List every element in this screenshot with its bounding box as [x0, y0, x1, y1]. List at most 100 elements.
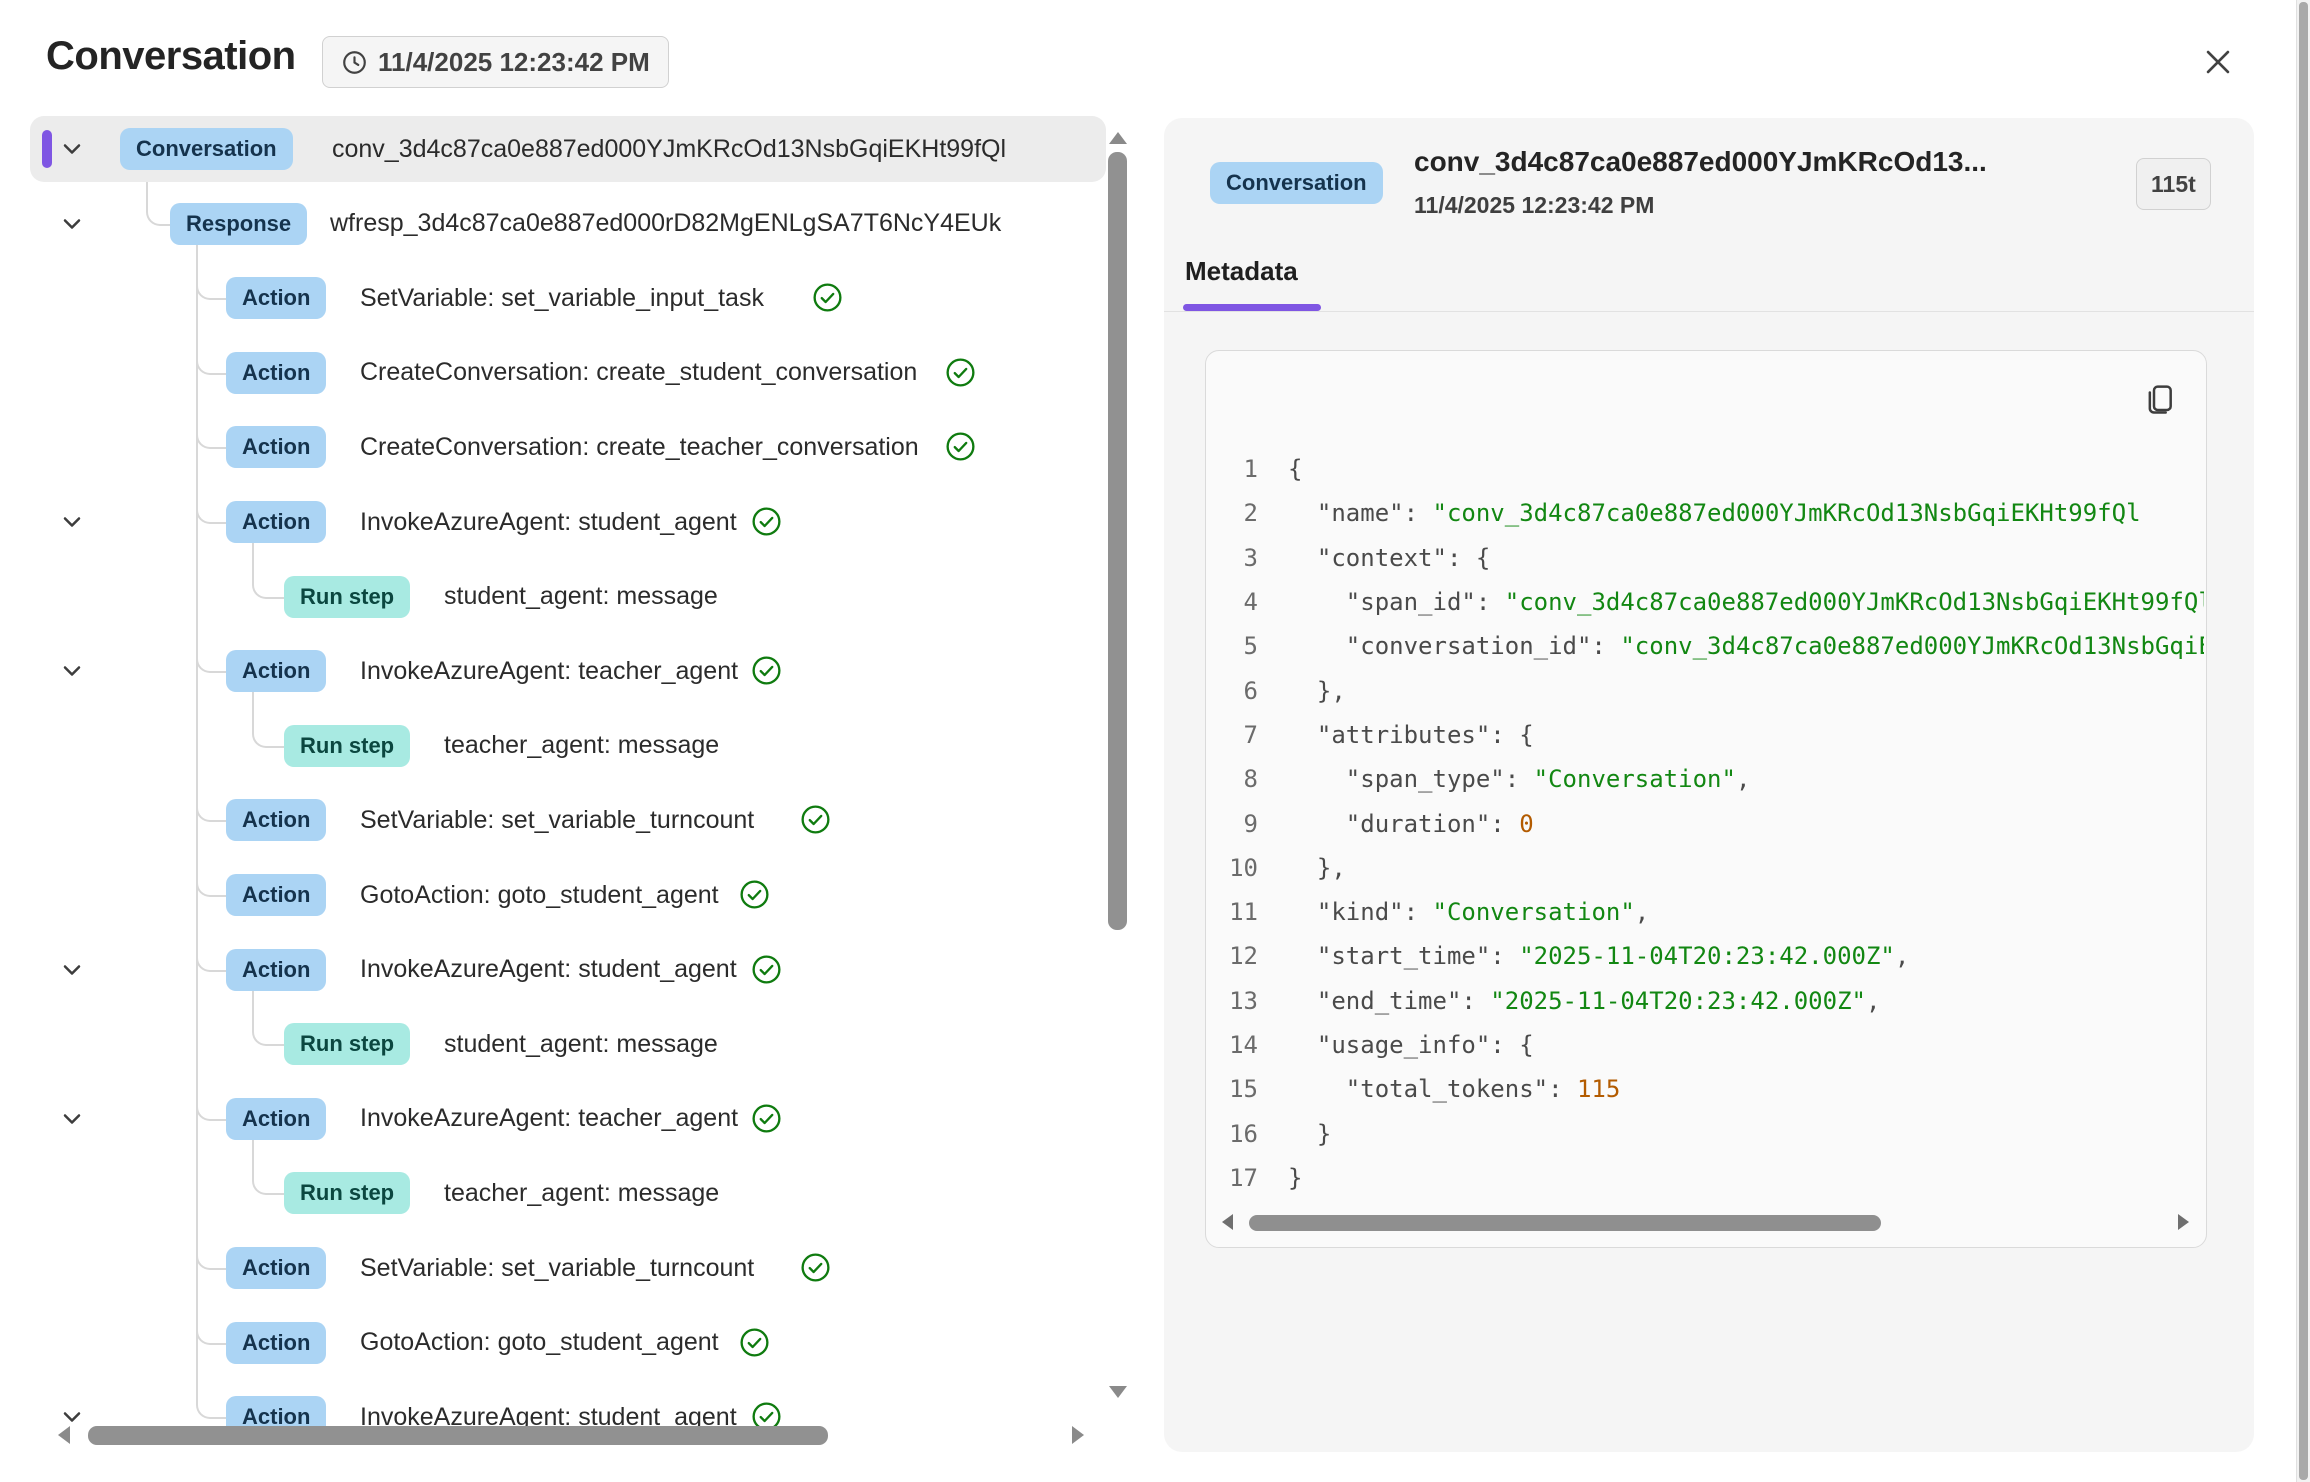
close-icon	[2200, 44, 2236, 80]
chevron-down-icon[interactable]	[58, 1105, 86, 1133]
span-kind-badge: Conversation	[120, 128, 293, 170]
json-plain-token: ,	[1635, 898, 1649, 926]
success-check-icon	[739, 1327, 770, 1358]
tree-row-action-createconversation-create-teacher-convers[interactable]: ActionCreateConversation: create_teacher…	[30, 414, 1106, 480]
json-plain-token: "total_tokens":	[1288, 1075, 1577, 1103]
success-check-icon	[751, 655, 782, 686]
token-count-badge: 115t	[2136, 158, 2211, 210]
tree-row-action-invokeazureagent-student-agent[interactable]: ActionInvokeAzureAgent: student_agent	[30, 489, 1106, 555]
code-line: 15 "total_tokens": 115	[1206, 1067, 2204, 1111]
code-horizontal-scrollbar-thumb[interactable]	[1249, 1215, 1881, 1231]
code-text: "span_type": "Conversation",	[1288, 765, 1750, 793]
detail-span-type-badge: Conversation	[1210, 162, 1383, 204]
line-number: 12	[1206, 942, 1258, 970]
tree-row-conversation-conv-3d4c87ca0e887ed000yjmkrcod13ns[interactable]: Conversation conv_3d4c87ca0e887ed000YJmKR…	[30, 116, 1106, 182]
tree-horizontal-scrollbar-thumb[interactable]	[88, 1426, 828, 1445]
tree-vertical-scrollbar-thumb[interactable]	[1108, 152, 1127, 930]
chevron-down-icon[interactable]	[58, 135, 86, 163]
code-text: "name": "conv_3d4c87ca0e887ed000YJmKRcOd…	[1288, 499, 2141, 527]
code-scroll-right-arrow[interactable]	[2178, 1214, 2189, 1230]
line-number: 5	[1206, 632, 1258, 660]
span-label: teacher_agent: message	[444, 1179, 719, 1208]
line-number: 17	[1206, 1164, 1258, 1192]
chevron-down-icon[interactable]	[58, 210, 86, 238]
json-plain-token: "start_time":	[1288, 942, 1519, 970]
span-label: CreateConversation: create_teacher_conve…	[360, 433, 919, 462]
copy-button[interactable]	[2138, 379, 2180, 421]
close-button[interactable]	[2196, 40, 2240, 84]
code-line: 9 "duration": 0	[1206, 801, 2204, 845]
page-scrollbar-thumb[interactable]	[2299, 2, 2308, 1480]
tree-row-action-invokeazureagent-teacher-agent[interactable]: ActionInvokeAzureAgent: teacher_agent	[30, 1086, 1106, 1152]
code-text: },	[1288, 854, 1346, 882]
chevron-down-icon[interactable]	[58, 657, 86, 685]
tree-scroll-right-arrow[interactable]	[1072, 1426, 1084, 1444]
tab-metadata[interactable]: Metadata	[1185, 256, 1298, 287]
detail-span-timestamp: 11/4/2025 12:23:42 PM	[1414, 192, 1654, 219]
tree-row-run-step-student-agent-message[interactable]: Run stepstudent_agent: message	[30, 1011, 1106, 1077]
tree-row-response-wfresp-3d4c87ca0e887ed000rd82mgenlgsa7t[interactable]: Responsewfresp_3d4c87ca0e887ed000rD82MgE…	[30, 191, 1106, 257]
tree-row-run-step-student-agent-message[interactable]: Run stepstudent_agent: message	[30, 564, 1106, 630]
tree-scroll-left-arrow[interactable]	[58, 1426, 70, 1444]
code-line: 2 "name": "conv_3d4c87ca0e887ed000YJmKRc…	[1206, 491, 2204, 535]
json-string-token: "Conversation"	[1433, 898, 1635, 926]
line-number: 10	[1206, 854, 1258, 882]
code-text: "end_time": "2025-11-04T20:23:42.000Z",	[1288, 987, 1880, 1015]
code-scroll-left-arrow[interactable]	[1222, 1214, 1233, 1230]
tree-scroll-up-arrow[interactable]	[1109, 132, 1127, 144]
tree-row-action-invokeazureagent-student-agent[interactable]: ActionInvokeAzureAgent: student_agent	[30, 937, 1106, 1003]
trace-tree: Conversation conv_3d4c87ca0e887ed000YJmKR…	[30, 110, 1106, 1450]
json-plain-token: ,	[1895, 942, 1909, 970]
tree-row-action-gotoaction-goto-student-agent[interactable]: Action GotoAction: goto_student_agent	[30, 1310, 1106, 1376]
span-label: InvokeAzureAgent: student_agent	[360, 508, 737, 537]
span-label: wfresp_3d4c87ca0e887ed000rD82MgENLgSA7T6…	[330, 209, 1001, 238]
json-plain-token: }	[1288, 1120, 1331, 1148]
page-title: Conversation	[46, 34, 296, 79]
chevron-down-icon[interactable]	[58, 508, 86, 536]
span-label: GotoAction: goto_student_agent	[360, 1328, 719, 1357]
json-plain-token: "usage_info": {	[1288, 1031, 1534, 1059]
success-check-icon	[751, 506, 782, 537]
span-kind-badge: Run step	[284, 725, 410, 767]
line-number: 8	[1206, 765, 1258, 793]
tree-row-action-setvariable-set-variable-turncount[interactable]: ActionSetVariable: set_variable_turncoun…	[30, 787, 1106, 853]
tree-row-action-createconversation-create-student-convers[interactable]: ActionCreateConversation: create_student…	[30, 340, 1106, 406]
line-number: 16	[1206, 1120, 1258, 1148]
tree-row-action-invokeazureagent-teacher-agent[interactable]: ActionInvokeAzureAgent: teacher_agent	[30, 638, 1106, 704]
json-plain-token: "attributes": {	[1288, 721, 1534, 749]
tree-row-action-setvariable-set-variable-input-task[interactable]: ActionSetVariable: set_variable_input_ta…	[30, 265, 1106, 331]
code-line: 6 },	[1206, 668, 2204, 712]
tree-scroll-down-arrow[interactable]	[1109, 1386, 1127, 1398]
success-check-icon	[751, 954, 782, 985]
code-line: 17}	[1206, 1156, 2204, 1200]
json-plain-token: },	[1288, 677, 1346, 705]
code-text: }	[1288, 1164, 1302, 1192]
code-text: }	[1288, 1120, 1331, 1148]
success-check-icon	[751, 1103, 782, 1134]
tree-row-run-step-teacher-agent-message[interactable]: Run stepteacher_agent: message	[30, 1160, 1106, 1226]
code-text: "start_time": "2025-11-04T20:23:42.000Z"…	[1288, 942, 1909, 970]
json-plain-token: "end_time":	[1288, 987, 1490, 1015]
success-check-icon	[945, 357, 976, 388]
tree-row-action-gotoaction-goto-student-agent[interactable]: ActionGotoAction: goto_student_agent	[30, 862, 1106, 928]
chevron-down-icon[interactable]	[58, 956, 86, 984]
tree-row-run-step-teacher-agent-message[interactable]: Run stepteacher_agent: message	[30, 713, 1106, 779]
span-label: SetVariable: set_variable_turncount	[360, 1254, 754, 1283]
line-number: 13	[1206, 987, 1258, 1015]
code-line: 13 "end_time": "2025-11-04T20:23:42.000Z…	[1206, 979, 2204, 1023]
code-line: 8 "span_type": "Conversation",	[1206, 757, 2204, 801]
span-kind-badge: Action	[226, 650, 326, 692]
json-plain-token: "duration":	[1288, 810, 1519, 838]
tree-row-action-setvariable-set-variable-turncount[interactable]: ActionSetVariable: set_variable_turncoun…	[30, 1235, 1106, 1301]
line-number: 14	[1206, 1031, 1258, 1059]
code-text: {	[1288, 455, 1302, 483]
code-line: 7 "attributes": {	[1206, 713, 2204, 757]
span-kind-badge: Action	[226, 1322, 326, 1364]
span-label: conv_3d4c87ca0e887ed000YJmKRcOd13NsbGqiE…	[332, 135, 1006, 164]
code-line: 16 }	[1206, 1111, 2204, 1155]
span-kind-badge: Action	[226, 949, 326, 991]
json-number-token: 115	[1577, 1075, 1620, 1103]
success-check-icon	[800, 804, 831, 835]
json-string-token: "2025-11-04T20:23:42.000Z"	[1519, 942, 1895, 970]
json-plain-token: }	[1288, 1164, 1302, 1192]
